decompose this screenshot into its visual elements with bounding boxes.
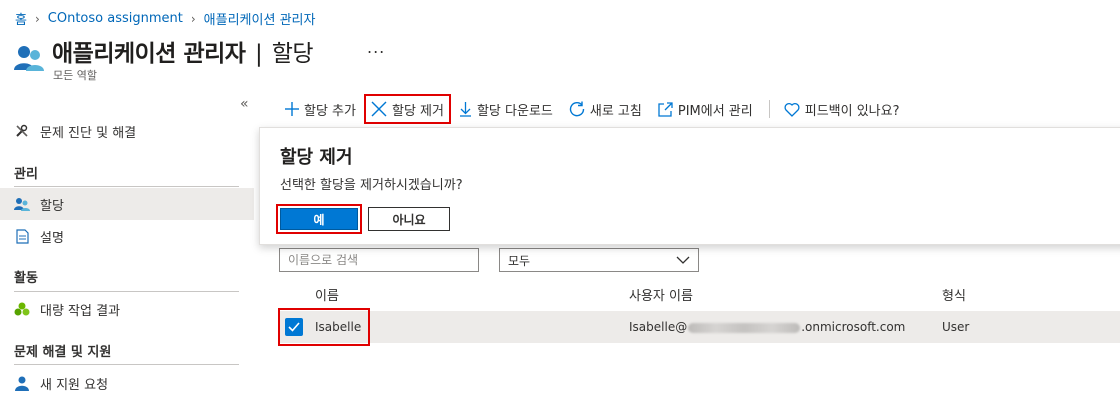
column-header-name[interactable]: 이름 bbox=[315, 285, 339, 304]
feedback-label: 피드백이 있나요? bbox=[804, 103, 900, 119]
breadcrumb: 홈 › COntoso assignment › 애플리케이션 관리자 bbox=[15, 9, 315, 28]
column-header-type[interactable]: 형식 bbox=[942, 285, 966, 304]
remove-assignment-button[interactable]: 할당 제거 bbox=[363, 94, 451, 124]
sidebar-group-activity: 활동 bbox=[14, 271, 38, 286]
sidebar-item-new-support[interactable]: 새 지원 요청 bbox=[0, 367, 254, 399]
redacted-text bbox=[688, 322, 801, 333]
person-icon bbox=[14, 375, 30, 391]
column-header-user[interactable]: 사용자 이름 bbox=[629, 285, 693, 304]
download-assignments-button[interactable]: 할당 다운로드 bbox=[459, 96, 553, 122]
close-icon bbox=[371, 101, 387, 117]
filter-select[interactable]: 모두 bbox=[499, 248, 699, 272]
row-user: Isabelle@ .onmicrosoft.com bbox=[629, 320, 906, 334]
heart-icon bbox=[784, 102, 800, 117]
sidebar-item-label: 문제 진단 및 해결 bbox=[40, 125, 137, 141]
sidebar-item-bulk-results[interactable]: 대량 작업 결과 bbox=[0, 293, 254, 325]
feedback-button[interactable]: 피드백이 있나요? bbox=[784, 96, 900, 122]
breadcrumb-current[interactable]: 애플리케이션 관리자 bbox=[204, 9, 316, 28]
sidebar-item-description[interactable]: 설명 bbox=[0, 220, 254, 252]
refresh-button[interactable]: 새로 고침 bbox=[569, 96, 642, 122]
yes-button[interactable]: 예 bbox=[280, 208, 358, 230]
page-subtitle: 모든 역할 bbox=[53, 69, 97, 82]
highlight-box: 예 bbox=[276, 204, 362, 234]
manage-in-pim-label: PIM에서 관리 bbox=[677, 103, 753, 119]
breadcrumb-assignment[interactable]: COntoso assignment bbox=[48, 11, 183, 26]
refresh-icon bbox=[569, 101, 585, 117]
search-input[interactable] bbox=[279, 248, 479, 272]
users-icon bbox=[14, 46, 44, 71]
divider bbox=[14, 364, 239, 365]
wrench-icon bbox=[14, 123, 30, 139]
external-link-icon bbox=[658, 101, 673, 117]
remove-assignment-label: 할당 제거 bbox=[391, 103, 444, 119]
sidebar-item-assignments[interactable]: 할당 bbox=[0, 188, 254, 220]
sidebar-item-label: 설명 bbox=[40, 230, 64, 246]
sidebar-item-label: 대량 작업 결과 bbox=[40, 303, 121, 319]
divider bbox=[14, 186, 239, 187]
download-assignments-label: 할당 다운로드 bbox=[476, 103, 553, 119]
dialog-message: 선택한 할당을 제거하시겠습니까? bbox=[280, 178, 463, 193]
command-bar: 할당 추가 할당 제거 할당 다운로드 새로 고침 PIM에서 관리 피드백이 … bbox=[285, 94, 916, 124]
chevron-right-icon: › bbox=[190, 11, 196, 26]
sidebar-group-manage: 관리 bbox=[14, 167, 38, 182]
sidebar-item-diagnose[interactable]: 문제 진단 및 해결 bbox=[0, 115, 254, 147]
sidebar-item-label: 새 지원 요청 bbox=[40, 377, 109, 393]
no-button[interactable]: 아니요 bbox=[368, 207, 450, 231]
breadcrumb-home[interactable]: 홈 bbox=[15, 9, 27, 28]
add-assignment-label: 할당 추가 bbox=[304, 103, 356, 119]
document-icon bbox=[14, 228, 30, 244]
users-icon bbox=[14, 196, 30, 212]
add-assignment-button[interactable]: 할당 추가 bbox=[285, 96, 356, 122]
clover-icon bbox=[14, 301, 30, 317]
row-name: Isabelle bbox=[315, 320, 362, 334]
page-title: 애플리케이션 관리자 | 할당 bbox=[52, 41, 314, 67]
divider bbox=[14, 291, 239, 292]
plus-icon bbox=[285, 102, 299, 116]
refresh-label: 새로 고침 bbox=[589, 103, 642, 119]
chevron-down-icon bbox=[676, 253, 690, 267]
row-checkbox[interactable] bbox=[285, 318, 303, 336]
checkmark-icon bbox=[288, 322, 300, 332]
collapse-sidebar-button[interactable]: « bbox=[240, 96, 249, 112]
chevron-right-icon: › bbox=[34, 11, 40, 26]
sidebar-item-label: 할당 bbox=[40, 198, 64, 214]
sidebar-group-support: 문제 해결 및 지원 bbox=[14, 345, 112, 360]
toolbar-divider bbox=[768, 100, 770, 118]
remove-assignment-dialog: 할당 제거 선택한 할당을 제거하시겠습니까? 예 아니요 bbox=[259, 127, 1120, 245]
row-type: User bbox=[942, 320, 970, 334]
more-options-button[interactable]: ... bbox=[367, 38, 385, 57]
download-icon bbox=[459, 101, 472, 117]
filter-select-value: 모두 bbox=[508, 253, 531, 268]
dialog-title: 할당 제거 bbox=[280, 147, 353, 168]
manage-in-pim-button[interactable]: PIM에서 관리 bbox=[658, 96, 753, 122]
